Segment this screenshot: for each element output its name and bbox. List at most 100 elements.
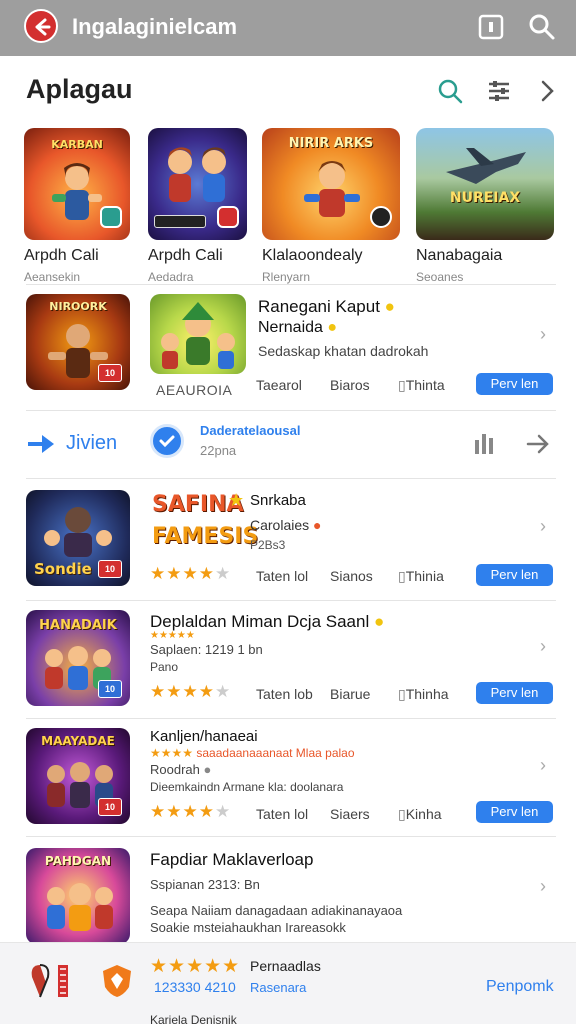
character-icon — [168, 147, 226, 202]
row-subtitle-text: Carolaies — [250, 517, 310, 533]
meta-info: ▯Thinia — [398, 568, 444, 585]
game-artwork[interactable]: Sondie 10 — [26, 490, 130, 586]
meta-info: ▯Kinha — [398, 806, 442, 823]
artwork-caption: AEAUROIA — [156, 382, 233, 398]
divider — [26, 836, 556, 837]
featured-title: Nanabagaia — [416, 247, 503, 264]
artwork-title: NIRIR ARKS — [288, 136, 374, 151]
chevron-right-icon[interactable]: › — [540, 516, 546, 537]
bottom-link[interactable]: Penpomk — [486, 978, 554, 996]
chevron-right-icon[interactable]: › — [540, 755, 546, 776]
filter-icon[interactable] — [484, 76, 514, 106]
share-icon[interactable] — [476, 12, 506, 42]
artwork-title: KARBAN — [51, 138, 103, 151]
arrow-row-title: Daderatelaousal — [200, 423, 301, 438]
game-artwork[interactable]: NIROORK 10 — [26, 294, 130, 390]
featured-title: Arpdh Cali — [148, 247, 223, 264]
info-icon: ▯ — [398, 377, 406, 393]
row-subtitle: Roodrah ● — [150, 762, 211, 777]
featured-card[interactable]: NIRIR ARKS Klalaoondealy Rlenyarn — [262, 128, 400, 284]
chevron-right-icon[interactable]: › — [540, 636, 546, 657]
rating-bar — [154, 215, 206, 228]
row-title: Fapdiar Maklaverloap — [150, 850, 314, 869]
bottom-label: Pernaadlas — [250, 958, 321, 974]
featured-subtitle: Seoanes — [416, 270, 464, 284]
game-artwork[interactable]: MAAYADAE 10 — [26, 728, 130, 824]
row-title-text: Ranegani Kaput — [258, 297, 380, 316]
arrow-label[interactable]: Jivien — [66, 432, 117, 455]
artwork-title: MAAYADAE — [41, 734, 115, 748]
row-title-secondary: Nernaida ● — [258, 319, 337, 337]
app-badge-icon — [217, 206, 239, 228]
bottom-number: 123330 4210 — [154, 979, 236, 995]
game-artwork[interactable] — [150, 294, 246, 374]
star-rating: ★★★★★ — [150, 802, 232, 821]
featured-card[interactable]: NUREIAX Nanabagaia Seoanes — [416, 128, 554, 284]
get-button[interactable]: Perv len — [476, 564, 553, 586]
row-subtitle: Saplaen: 1219 1 bn — [150, 642, 263, 657]
arrow-row-subtitle: 22pna — [200, 443, 237, 458]
meta-size: Siaers — [330, 806, 370, 822]
character-icon — [304, 161, 360, 217]
featured-title: Klalaoondealy — [262, 247, 363, 264]
app-badge-icon — [370, 206, 392, 228]
app-badge-icon: 10 — [98, 680, 122, 698]
featured-subtitle: Aedadra — [148, 270, 194, 284]
row-title-text: Deplaldan Miman Dcja Saanl — [150, 612, 370, 631]
bottom-number-label: Rasenara — [250, 980, 307, 995]
row-title-secondary-text: Nernaida — [258, 319, 323, 336]
get-button[interactable]: Perv len — [476, 801, 553, 823]
meta-category: Taten lol — [256, 568, 309, 584]
app-badge-icon: 10 — [98, 798, 122, 816]
row-subtitle: Sspianan 2313: Bn — [150, 877, 260, 892]
row-description: Soakie msteiahaukhan Irareasokk — [150, 920, 346, 935]
back-button[interactable] — [24, 9, 58, 43]
search-icon[interactable] — [435, 76, 465, 106]
arrow-right-icon[interactable] — [526, 432, 550, 456]
game-artwork: NIRIR ARKS — [262, 128, 400, 240]
meta-info-text: Thinta — [405, 377, 445, 393]
row-title: Kanljen/hanaeai — [150, 728, 258, 745]
meta-info-text: Thinha — [405, 686, 449, 702]
get-button[interactable]: Perv len — [476, 373, 553, 395]
row-code: P2Bs3 — [250, 538, 286, 552]
divider — [26, 410, 556, 411]
chevron-right-icon[interactable]: › — [540, 324, 546, 345]
featured-title: Arpdh Cali — [24, 247, 99, 264]
divider — [26, 718, 556, 719]
game-logo-subtext: FAMESIS — [152, 524, 259, 549]
chevron-right-icon[interactable]: › — [540, 876, 546, 897]
ribbon-icon[interactable] — [26, 961, 70, 1001]
row-code: Pano — [150, 660, 179, 674]
artwork-title: NUREIAX — [449, 190, 521, 206]
game-artwork: NUREIAX — [416, 128, 554, 240]
game-artwork[interactable]: PAHDGAN — [26, 848, 130, 944]
star-rating: ★★★★★ — [150, 956, 241, 977]
meta-category: Taten lol — [256, 806, 309, 822]
search-icon[interactable] — [527, 12, 557, 42]
emoji-icon: ● — [313, 517, 322, 533]
row-title: Ranegani Kaput ● — [258, 297, 395, 317]
chevron-right-icon[interactable] — [533, 76, 563, 106]
artwork-title: PAHDGAN — [44, 854, 112, 868]
bar-chart-icon[interactable] — [473, 432, 497, 456]
mini-stars: ★★★★★ — [150, 630, 195, 641]
featured-card[interactable]: Arpdh Cali Aedadra — [148, 128, 260, 284]
row-title: Snrkaba — [250, 492, 306, 509]
app-badge-icon — [100, 206, 122, 228]
character-icon — [161, 302, 235, 369]
featured-card[interactable]: KARBAN Arpdh Cali Aeansekin — [24, 128, 136, 284]
get-button[interactable]: Perv len — [476, 682, 553, 704]
star-rating: ★★★★★ — [150, 682, 232, 701]
arrow-right-icon[interactable] — [26, 432, 58, 456]
shield-icon[interactable] — [100, 963, 134, 999]
row-subtitle-text: Roodrah — [150, 762, 200, 777]
app-badge-icon: 10 — [98, 560, 122, 578]
game-artwork[interactable]: HANADAIK 10 — [26, 610, 130, 706]
row-subtitle-highlight-text: saaadaanaaanaat Mlaa palao — [196, 746, 355, 760]
game-artwork: KARBAN — [24, 128, 130, 240]
meta-size: Biarue — [330, 686, 371, 702]
meta-size: Sianos — [330, 568, 373, 584]
featured-subtitle: Rlenyarn — [262, 270, 311, 284]
check-icon[interactable] — [150, 424, 184, 458]
